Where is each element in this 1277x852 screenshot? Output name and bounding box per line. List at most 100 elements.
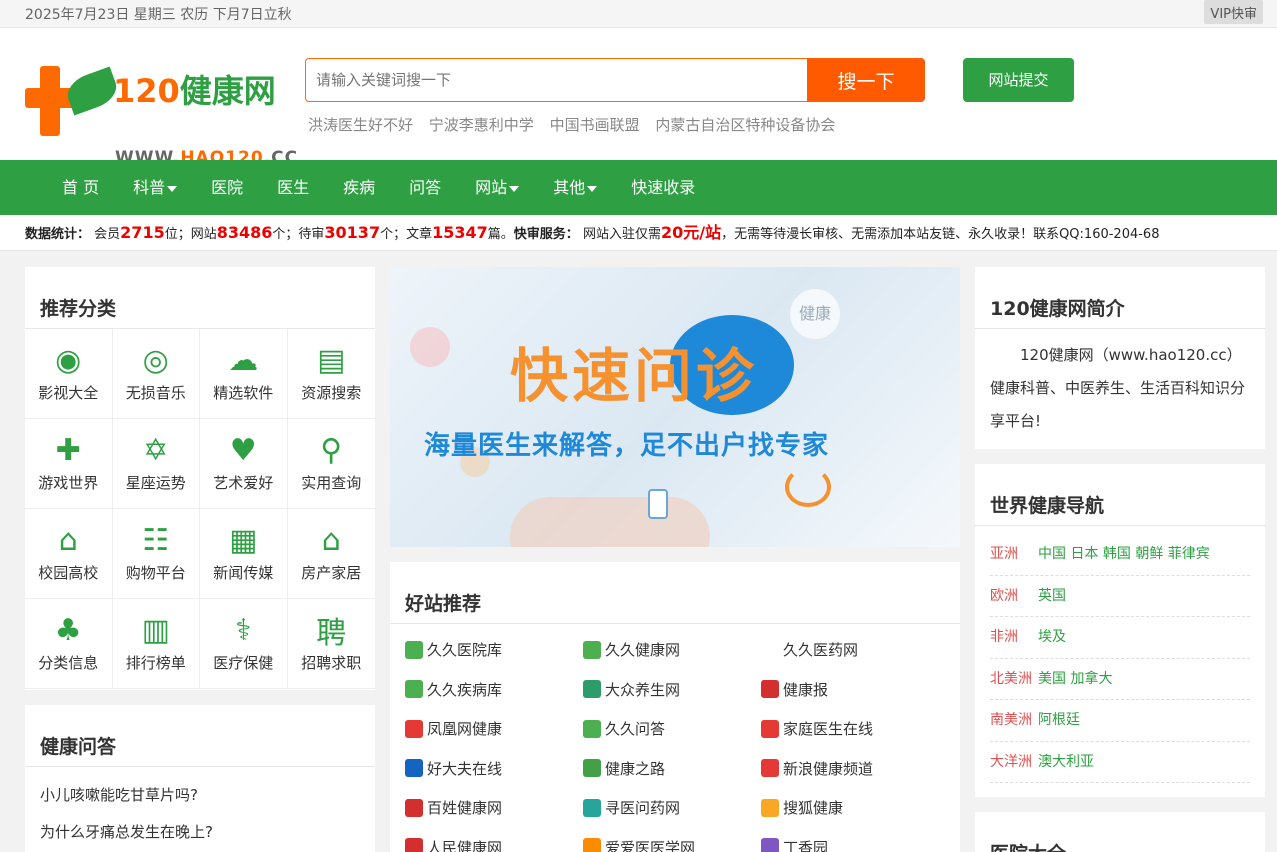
nav-item[interactable]: 快速收录 xyxy=(631,160,695,215)
world-region-row: 欧洲 英国 xyxy=(990,576,1250,617)
nav-item[interactable]: 医生 xyxy=(277,160,309,215)
nav-item[interactable]: 医院 xyxy=(211,160,243,215)
vip-quick-review-button[interactable]: VIP快审 xyxy=(1204,0,1263,24)
medicine-bottle-icon xyxy=(648,489,668,519)
category-item[interactable]: ✚ 游戏世界 xyxy=(25,419,113,509)
intro-text: 120健康网（www.hao120.cc）健康科普、中医养生、生活百科知识分享平… xyxy=(990,346,1246,430)
country-links[interactable]: 澳大利亚 xyxy=(1038,754,1094,770)
site-link[interactable]: 好大夫在线 xyxy=(405,743,583,783)
submit-site-button[interactable]: 网站提交 xyxy=(963,58,1074,102)
region-link[interactable]: 欧洲 xyxy=(990,576,1038,617)
search-button[interactable]: 搜一下 xyxy=(807,58,925,102)
category-item[interactable]: ⌂ 校园高校 xyxy=(25,509,113,599)
category-item[interactable]: ◎ 无损音乐 xyxy=(112,329,200,419)
country-links[interactable]: 美国 加拿大 xyxy=(1038,671,1112,687)
category-item[interactable]: ☁ 精选软件 xyxy=(200,329,288,419)
site-link[interactable]: 凤凰网健康 xyxy=(405,703,583,743)
category-item[interactable]: ◉ 影视大全 xyxy=(25,329,113,419)
site-favicon-icon xyxy=(405,719,423,738)
nav-item[interactable]: 首 页 xyxy=(62,160,99,215)
category-item[interactable]: ⚕ 医疗保健 xyxy=(200,599,288,689)
hot-link[interactable]: 中国书画联盟 xyxy=(550,116,640,134)
region-link[interactable]: 南美洲 xyxy=(990,700,1038,741)
site-label: 百姓健康网 xyxy=(427,799,503,818)
site-favicon-icon xyxy=(405,640,423,659)
site-link[interactable]: 久久疾病库 xyxy=(405,664,583,704)
country-links[interactable]: 英国 xyxy=(1038,588,1066,604)
category-item[interactable]: ⌂ 房产家居 xyxy=(287,509,375,599)
stats-text: ，无需等待漫长审核、无需添加本站友链、永久收录！联系QQ:160-204-68 xyxy=(721,227,1160,242)
site-favicon-icon xyxy=(583,640,601,659)
region-link[interactable]: 非洲 xyxy=(990,617,1038,658)
nav-item[interactable]: 科普 xyxy=(133,160,178,215)
file-search-icon: ▤ xyxy=(317,342,346,378)
banner-tagline: 海量医生来解答，足不出户找专家 xyxy=(424,431,830,461)
category-label: 游戏世界 xyxy=(38,474,99,492)
stats-label: 数据统计： xyxy=(25,227,91,242)
site-link[interactable]: 久久健康网 xyxy=(583,624,761,664)
site-link[interactable]: 久久医院库 xyxy=(405,624,583,664)
country-links[interactable]: 埃及 xyxy=(1038,629,1066,645)
hot-link[interactable]: 宁波李惠利中学 xyxy=(429,116,534,134)
category-item[interactable]: ✡ 星座运势 xyxy=(112,419,200,509)
site-label: 久久医院库 xyxy=(427,641,503,660)
hot-link[interactable]: 内蒙古自治区特种设备协会 xyxy=(655,116,835,134)
site-favicon-icon xyxy=(761,798,779,817)
main-nav: 首 页 科普 医院 医生 疾病 问答 网站 其他 快速收录 xyxy=(0,160,1277,215)
site-link[interactable]: 人民健康网 xyxy=(405,822,583,852)
nav-item[interactable]: 网站 xyxy=(475,160,520,215)
region-link[interactable]: 北美洲 xyxy=(990,659,1038,700)
chevron-down-icon xyxy=(167,185,178,192)
site-link[interactable]: 爱爱医医学网 xyxy=(583,822,761,852)
country-links[interactable]: 阿根廷 xyxy=(1038,712,1080,728)
site-link[interactable]: 健康之路 xyxy=(583,743,761,783)
hot-link[interactable]: 洪涛医生好不好 xyxy=(308,116,413,134)
category-item[interactable]: ▤ 资源搜索 xyxy=(287,329,375,419)
chevron-down-icon xyxy=(587,185,598,192)
site-link[interactable]: 健康报 xyxy=(761,664,939,704)
chevron-down-icon xyxy=(509,185,520,192)
category-label: 无损音乐 xyxy=(125,384,186,402)
site-link[interactable]: 百姓健康网 xyxy=(405,782,583,822)
category-item[interactable]: ☷ 购物平台 xyxy=(112,509,200,599)
country-links[interactable]: 中国 日本 韩国 朝鲜 菲律宾 xyxy=(1038,546,1210,562)
site-favicon-icon xyxy=(583,680,601,699)
site-link[interactable]: 丁香园 xyxy=(761,822,939,852)
nav-item[interactable]: 其他 xyxy=(553,160,598,215)
world-region-row: 大洋洲 澳大利亚 xyxy=(990,742,1250,783)
qa-title: 健康问答 xyxy=(25,705,375,767)
region-link[interactable]: 大洋洲 xyxy=(990,742,1038,783)
service-label: 快审服务： xyxy=(513,227,579,242)
site-link[interactable]: 寻医问药网 xyxy=(583,782,761,822)
category-label: 精选软件 xyxy=(213,384,274,402)
site-link[interactable]: 大众养生网 xyxy=(583,664,761,704)
category-item[interactable]: ♥ 艺术爱好 xyxy=(200,419,288,509)
nav-item-label: 其他 xyxy=(553,178,586,197)
site-link[interactable]: 新浪健康频道 xyxy=(761,743,939,783)
building-columns-icon: ⌂ xyxy=(58,522,78,558)
category-item[interactable]: ▦ 新闻传媒 xyxy=(200,509,288,599)
world-region-row: 北美洲 美国 加拿大 xyxy=(990,659,1250,700)
logo-title: 120健康网 xyxy=(113,72,276,110)
stats-text: 个；文章 xyxy=(380,227,433,242)
site-label: 凤凰网健康 xyxy=(427,720,503,739)
nav-item-label: 医院 xyxy=(211,178,244,197)
category-label: 影视大全 xyxy=(38,384,99,402)
region-link[interactable]: 亚洲 xyxy=(990,534,1038,575)
qa-item[interactable]: 为什么牙痛总发生在晚上? xyxy=(40,814,360,851)
category-item[interactable]: ⚲ 实用查询 xyxy=(287,419,375,509)
category-item[interactable]: ♣ 分类信息 xyxy=(25,599,113,689)
world-region-row: 南美洲 阿根廷 xyxy=(990,700,1250,742)
site-logo[interactable]: 120健康网 WWW.HAO120.CC xyxy=(25,66,297,168)
promo-banner[interactable]: 健康 快速问诊 海量医生来解答，足不出户找专家 xyxy=(390,267,960,547)
nav-item[interactable]: 疾病 xyxy=(343,160,375,215)
site-link[interactable]: 搜狐健康 xyxy=(761,782,939,822)
site-link[interactable]: 家庭医生在线 xyxy=(761,703,939,743)
category-item[interactable]: 聘招聘求职 xyxy=(287,599,375,689)
qa-item[interactable]: 小儿咳嗽能吃甘草片吗? xyxy=(40,777,360,814)
search-input[interactable] xyxy=(305,58,807,102)
category-item[interactable]: ▥ 排行榜单 xyxy=(112,599,200,689)
site-link[interactable]: 久久医药网 xyxy=(761,624,939,664)
nav-item[interactable]: 问答 xyxy=(409,160,441,215)
site-link[interactable]: 久久问答 xyxy=(583,703,761,743)
